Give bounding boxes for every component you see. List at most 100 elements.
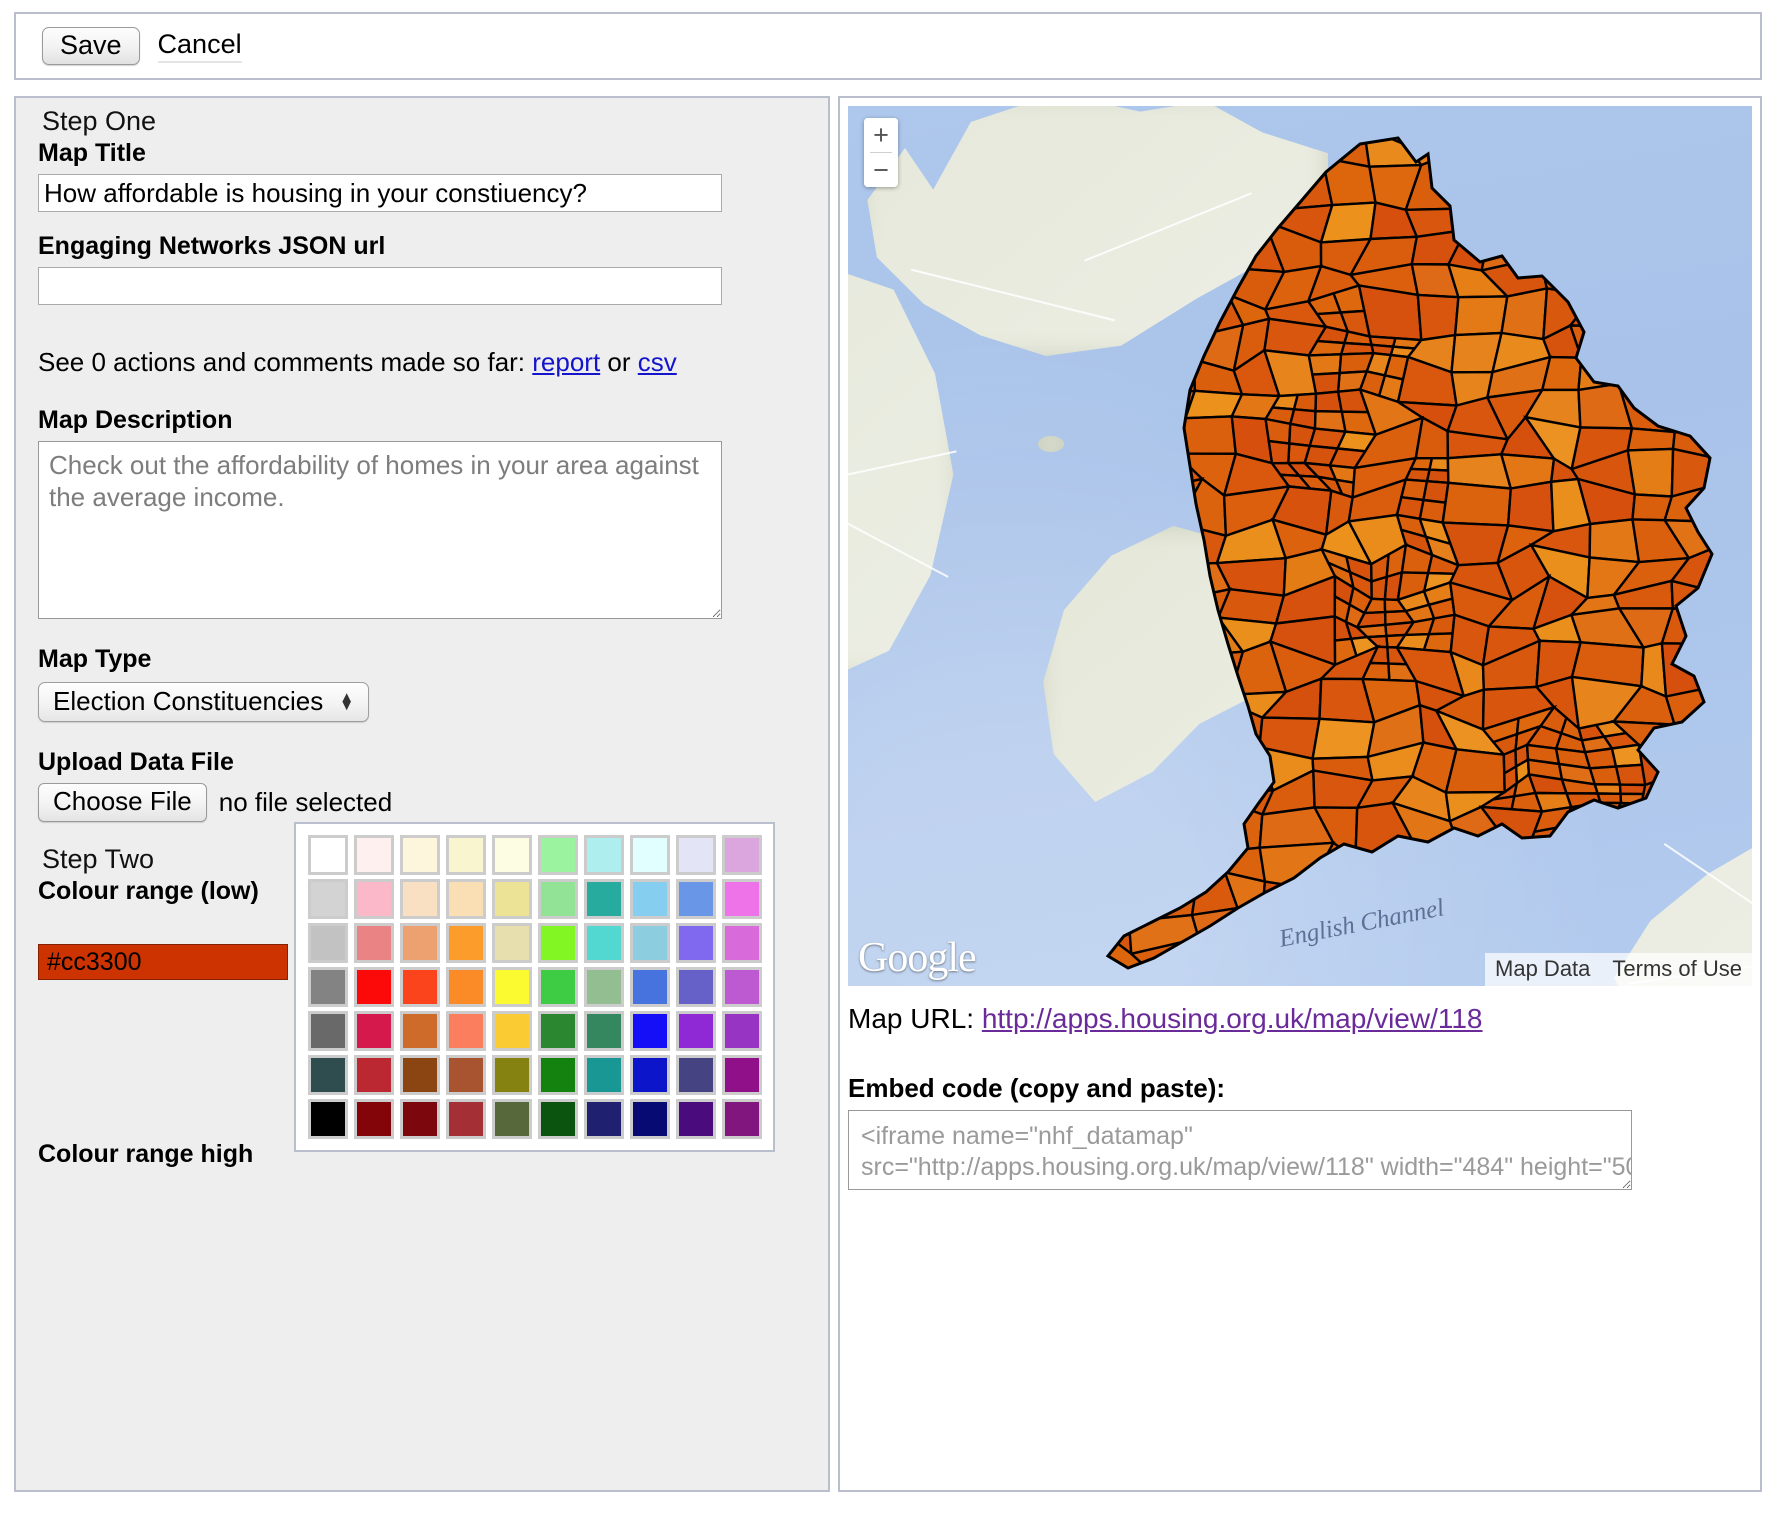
constituency-area[interactable] — [1481, 909, 1535, 955]
terms-of-use-link[interactable]: Terms of Use — [1612, 956, 1742, 982]
constituency-area[interactable] — [1633, 136, 1672, 177]
constituency-area[interactable] — [1671, 195, 1718, 243]
constituency-area[interactable] — [1673, 800, 1718, 848]
constituency-area[interactable] — [1637, 742, 1687, 787]
constituency-area[interactable] — [1357, 284, 1423, 342]
constituency-area[interactable] — [1098, 871, 1136, 924]
colour-low-swatch-3-3[interactable] — [446, 967, 486, 1007]
constituency-area[interactable] — [1098, 264, 1158, 298]
colour-low-swatch-3-4[interactable] — [492, 967, 532, 1007]
colour-low-swatch-5-0[interactable] — [308, 1055, 348, 1095]
constituency-area[interactable] — [1444, 747, 1506, 794]
constituency-area[interactable] — [1588, 765, 1622, 786]
constituency-area[interactable] — [1215, 188, 1266, 244]
colour-low-swatch-4-4[interactable] — [492, 1011, 532, 1051]
constituency-area[interactable] — [1180, 188, 1235, 244]
constituency-area[interactable] — [1098, 199, 1157, 226]
colour-low-swatch-3-2[interactable] — [400, 967, 440, 1007]
constituency-area[interactable] — [1571, 160, 1646, 207]
colour-low-swatch-4-8[interactable] — [676, 1011, 716, 1051]
constituency-area[interactable] — [1441, 481, 1513, 527]
colour-low-swatch-6-9[interactable] — [722, 1099, 762, 1139]
colour-low-swatch-2-0[interactable] — [308, 923, 348, 963]
constituency-area[interactable] — [1129, 358, 1197, 401]
colour-low-swatch-1-9[interactable] — [722, 879, 762, 919]
colour-low-swatch-3-7[interactable] — [630, 967, 670, 1007]
constituency-area[interactable] — [1231, 158, 1285, 214]
constituency-area[interactable] — [1098, 547, 1153, 599]
constituency-area[interactable] — [1099, 483, 1142, 529]
colour-low-input[interactable] — [38, 944, 288, 980]
constituency-area[interactable] — [1570, 837, 1641, 882]
constituency-area[interactable] — [1181, 136, 1244, 164]
constituency-area[interactable] — [1437, 898, 1507, 956]
colour-low-swatch-4-7[interactable] — [630, 1011, 670, 1051]
colour-low-swatch-1-0[interactable] — [308, 879, 348, 919]
colour-low-swatch-6-1[interactable] — [354, 1099, 394, 1139]
constituency-area[interactable] — [1596, 819, 1631, 841]
constituency-area[interactable] — [1673, 769, 1706, 817]
constituency-area[interactable] — [1506, 480, 1555, 533]
colour-low-swatch-6-3[interactable] — [446, 1099, 486, 1139]
constituency-area[interactable] — [1186, 802, 1236, 854]
constituency-area[interactable] — [1098, 139, 1152, 172]
colour-low-swatch-3-5[interactable] — [538, 967, 578, 1007]
constituency-area[interactable] — [1540, 355, 1583, 392]
constituency-area[interactable] — [1502, 835, 1551, 887]
colour-low-swatch-5-4[interactable] — [492, 1055, 532, 1095]
constituency-area[interactable] — [1526, 875, 1584, 925]
constituency-area[interactable] — [1660, 833, 1718, 882]
constituency-area[interactable] — [1098, 362, 1142, 401]
constituency-area[interactable] — [1174, 255, 1245, 297]
constituency-area[interactable] — [1098, 683, 1149, 717]
constituency-area[interactable] — [1633, 320, 1688, 375]
constituency-area[interactable] — [1127, 608, 1202, 658]
constituency-area[interactable] — [1353, 849, 1421, 888]
constituency-area[interactable] — [1267, 439, 1291, 465]
colour-low-swatch-1-8[interactable] — [676, 879, 716, 919]
constituency-area[interactable] — [1128, 579, 1202, 627]
constituency-area[interactable] — [1217, 802, 1264, 854]
constituency-area[interactable] — [1440, 155, 1513, 210]
csv-link[interactable]: csv — [638, 347, 677, 377]
constituency-area[interactable] — [1616, 351, 1688, 406]
colour-low-swatch-0-9[interactable] — [722, 835, 762, 875]
colour-low-swatch-0-4[interactable] — [492, 835, 532, 875]
colour-low-swatch-4-9[interactable] — [722, 1011, 762, 1051]
map-type-select[interactable]: Election Constituencies ▲ ▼ — [38, 682, 370, 722]
choropleth-england[interactable] — [1098, 136, 1718, 976]
constituency-area[interactable] — [1259, 156, 1334, 213]
colour-low-palette[interactable] — [294, 822, 775, 1152]
constituency-area[interactable] — [1104, 323, 1142, 377]
constituency-area[interactable] — [1455, 205, 1508, 232]
constituency-area[interactable] — [1098, 812, 1132, 851]
constituency-area[interactable] — [1626, 447, 1675, 498]
colour-low-swatch-2-2[interactable] — [400, 923, 440, 963]
constituency-area[interactable] — [1592, 265, 1647, 297]
colour-low-swatch-6-6[interactable] — [584, 1099, 624, 1139]
constituency-area[interactable] — [1610, 743, 1644, 768]
colour-low-swatch-4-3[interactable] — [446, 1011, 486, 1051]
constituency-area[interactable] — [1135, 198, 1189, 226]
constituency-area[interactable] — [1682, 319, 1713, 377]
constituency-area[interactable] — [1676, 273, 1710, 297]
constituency-area[interactable] — [1178, 753, 1242, 792]
constituency-area[interactable] — [1482, 865, 1550, 925]
map-data-link[interactable]: Map Data — [1495, 956, 1590, 982]
constituency-area[interactable] — [1595, 203, 1645, 232]
constituency-area[interactable] — [1133, 711, 1193, 759]
constituency-area[interactable] — [1500, 287, 1549, 341]
constituency-area[interactable] — [1136, 522, 1205, 565]
constituency-area[interactable] — [1370, 575, 1389, 601]
colour-low-swatch-0-0[interactable] — [308, 835, 348, 875]
colour-low-swatch-6-5[interactable] — [538, 1099, 578, 1139]
constituency-area[interactable] — [1264, 417, 1292, 445]
colour-low-swatch-1-6[interactable] — [584, 879, 624, 919]
constituency-area[interactable] — [1538, 219, 1602, 269]
constituency-area[interactable] — [1540, 199, 1602, 225]
colour-low-swatch-0-5[interactable] — [538, 835, 578, 875]
constituency-area[interactable] — [1228, 136, 1285, 164]
colour-low-swatch-0-1[interactable] — [354, 835, 394, 875]
colour-low-swatch-3-9[interactable] — [722, 967, 762, 1007]
colour-low-swatch-1-1[interactable] — [354, 879, 394, 919]
